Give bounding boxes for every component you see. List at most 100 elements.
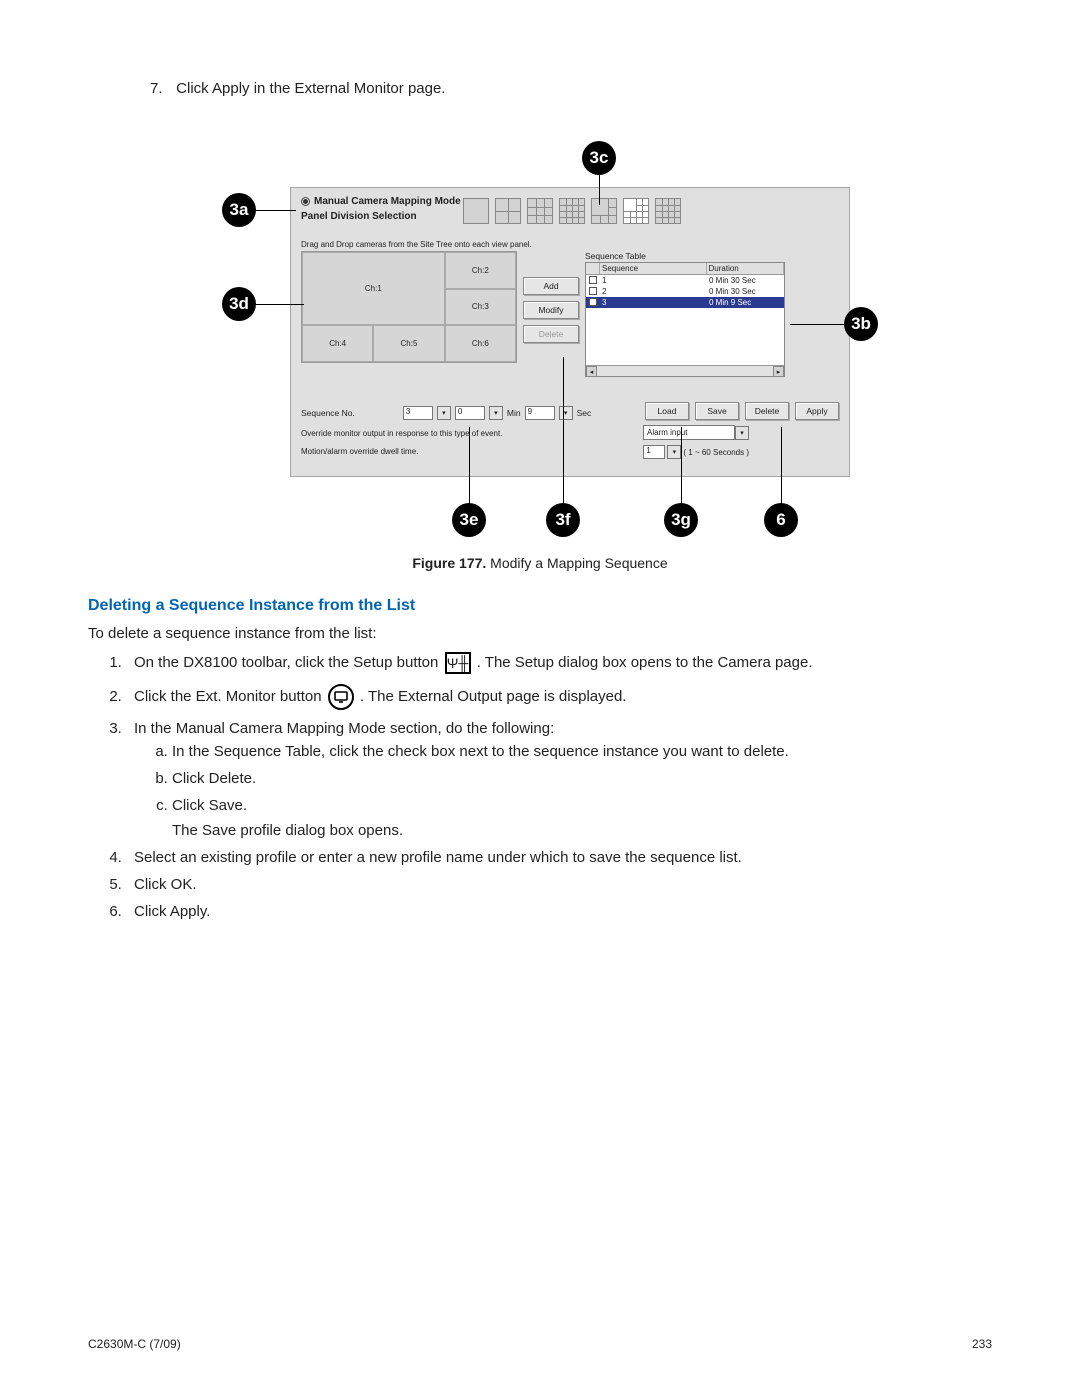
delete-button[interactable]: Delete <box>745 402 789 420</box>
step-2: Click the Ext. Monitor button . The Exte… <box>126 684 992 710</box>
seq-no-label: Sequence No. <box>301 408 355 418</box>
lead-6 <box>781 427 782 503</box>
layout-1x1-icon[interactable] <box>463 198 489 224</box>
seq-table-header: Sequence Duration <box>586 263 784 275</box>
alarm-input-row: Alarm input ▾ <box>643 425 749 440</box>
step-7-num: 7. <box>150 80 172 97</box>
view-panel-grid[interactable]: Ch:1 Ch:2 Ch:3 Ch:4 Ch:5 Ch:6 <box>301 251 517 363</box>
dropdown-icon[interactable]: ▾ <box>489 406 503 420</box>
layout-2x2-icon[interactable] <box>495 198 521 224</box>
view-cell-ch2[interactable]: Ch:2 <box>445 252 516 289</box>
step-3c-followup: The Save profile dialog box opens. <box>172 822 992 839</box>
caption-text: Modify a Mapping Sequence <box>486 555 667 571</box>
drag-instruction: Drag and Drop cameras from the Site Tree… <box>301 240 839 249</box>
figure-177: 3a 3c 3d 3b 3e 3f 3g 6 Manual Camera Map… <box>150 127 930 537</box>
callout-3c: 3c <box>582 141 616 175</box>
layout-1plus7-icon[interactable] <box>623 198 649 224</box>
step-3a: In the Sequence Table, click the check b… <box>172 743 992 760</box>
step-6: Click Apply. <box>126 903 992 920</box>
callout-6: 6 <box>764 503 798 537</box>
min-input[interactable]: 0 <box>455 406 485 420</box>
view-cell-ch4[interactable]: Ch:4 <box>302 325 373 362</box>
lead-3g <box>681 427 682 503</box>
delete-steps-list: On the DX8100 toolbar, click the Setup b… <box>126 652 992 920</box>
lead-3a <box>256 210 296 211</box>
callout-3e: 3e <box>452 503 486 537</box>
lead-3b <box>790 324 844 325</box>
lead-3c <box>599 175 600 205</box>
layout-1plus5-icon[interactable] <box>591 198 617 224</box>
mapping-dialog: Manual Camera Mapping Mode Panel Divisio… <box>290 187 850 477</box>
panel-division-icons <box>463 198 681 224</box>
sequence-no-row: Sequence No. 3 ▾ 0 ▾ Min 9 ▾ Sec <box>301 406 591 420</box>
table-row-selected[interactable]: 3 0 Min 9 Sec <box>586 297 784 308</box>
callout-3g: 3g <box>664 503 698 537</box>
seconds-range-label: ( 1 ~ 60 Seconds ) <box>683 448 749 457</box>
radio-selected-icon[interactable] <box>301 197 310 206</box>
seconds-range-row: 1 ▾ ( 1 ~ 60 Seconds ) <box>643 445 749 459</box>
lead-3e <box>469 427 470 503</box>
lead-3d <box>256 304 304 305</box>
layout-1plus12-icon[interactable] <box>655 198 681 224</box>
right-btn-row: Load Save Delete Apply <box>645 402 839 420</box>
dwell-text: Motion/alarm override dwell time. <box>301 447 418 456</box>
alarm-input-select[interactable]: Alarm input <box>643 425 735 440</box>
sequence-table[interactable]: Sequence Duration 1 0 Min 30 Sec 2 0 Min… <box>585 262 785 377</box>
step-3c: Click Save. The Save profile dialog box … <box>172 797 992 839</box>
dropdown-icon[interactable]: ▾ <box>735 426 749 440</box>
view-cell-ch3[interactable]: Ch:3 <box>445 289 516 326</box>
add-button[interactable]: Add <box>523 277 579 295</box>
caption-prefix: Figure 177. <box>412 555 486 571</box>
table-row[interactable]: 1 0 Min 30 Sec <box>586 275 784 286</box>
layout-3x3-icon[interactable] <box>527 198 553 224</box>
sec-input[interactable]: 9 <box>525 406 555 420</box>
step-7-text: Click Apply in the External Monitor page… <box>176 80 445 97</box>
sec-label: Sec <box>577 408 592 418</box>
footer-right: 233 <box>972 1337 992 1351</box>
view-cell-ch6[interactable]: Ch:6 <box>445 325 516 362</box>
scroll-left-icon[interactable]: ◂ <box>586 366 597 377</box>
step-1: On the DX8100 toolbar, click the Setup b… <box>126 652 992 674</box>
mode-label: Manual Camera Mapping Mode <box>314 196 461 207</box>
step-5: Click OK. <box>126 876 992 893</box>
callout-3d: 3d <box>222 287 256 321</box>
step-3-sublist: In the Sequence Table, click the check b… <box>172 743 992 839</box>
delete-seq-button[interactable]: Delete <box>523 325 579 343</box>
min-label: Min <box>507 408 521 418</box>
checkbox-icon[interactable] <box>589 287 597 295</box>
view-cell-ch1[interactable]: Ch:1 <box>302 252 445 325</box>
layout-4x4-icon[interactable] <box>559 198 585 224</box>
seq-no-input[interactable]: 3 <box>403 406 433 420</box>
figure-caption: Figure 177. Modify a Mapping Sequence <box>88 555 992 571</box>
checkbox-icon[interactable] <box>589 276 597 284</box>
scroll-right-icon[interactable]: ▸ <box>773 366 784 377</box>
footer-left: C2630M-C (7/09) <box>88 1337 181 1351</box>
ext-monitor-button-icon <box>328 684 354 710</box>
dropdown-icon[interactable]: ▾ <box>437 406 451 420</box>
callout-3b: 3b <box>844 307 878 341</box>
callout-3a: 3a <box>222 193 256 227</box>
save-button[interactable]: Save <box>695 402 739 420</box>
view-cell-ch5[interactable]: Ch:5 <box>373 325 444 362</box>
dropdown-icon[interactable]: ▾ <box>667 445 681 459</box>
lead-3f <box>563 357 564 503</box>
seq-table-title: Sequence Table <box>585 251 839 261</box>
apply-button[interactable]: Apply <box>795 402 839 420</box>
col-duration: Duration <box>707 263 785 274</box>
step-4: Select an existing profile or enter a ne… <box>126 849 992 866</box>
h-scrollbar[interactable]: ◂ ▸ <box>586 365 784 376</box>
checkbox-icon[interactable] <box>589 298 597 306</box>
load-button[interactable]: Load <box>645 402 689 420</box>
table-row[interactable]: 2 0 Min 30 Sec <box>586 286 784 297</box>
dropdown-icon[interactable]: ▾ <box>559 406 573 420</box>
callout-3f: 3f <box>546 503 580 537</box>
step-3: In the Manual Camera Mapping Mode sectio… <box>126 720 992 839</box>
modify-button[interactable]: Modify <box>523 301 579 319</box>
seconds-input[interactable]: 1 <box>643 445 665 459</box>
override-text: Override monitor output in response to t… <box>301 429 502 438</box>
intro-text: To delete a sequence instance from the l… <box>88 625 992 642</box>
col-sequence: Sequence <box>600 263 707 274</box>
step-3b: Click Delete. <box>172 770 992 787</box>
section-heading: Deleting a Sequence Instance from the Li… <box>88 597 992 615</box>
page-footer: C2630M-C (7/09) 233 <box>88 1337 992 1351</box>
